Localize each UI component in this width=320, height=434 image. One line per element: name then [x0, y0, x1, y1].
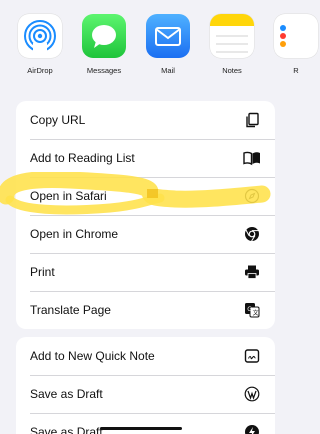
action-label: Add to Reading List: [30, 151, 135, 165]
action-group-secondary: Add to New Quick Note Save as Draft Save…: [16, 337, 275, 434]
action-label: Copy URL: [30, 113, 86, 127]
translate-icon: G 文: [243, 301, 261, 319]
app-label-reminders: R: [293, 66, 299, 75]
action-open-in-chrome[interactable]: Open in Chrome: [16, 215, 275, 253]
action-label: Save as Draft: [30, 425, 103, 434]
action-open-in-safari[interactable]: Open in Safari: [16, 177, 275, 215]
action-print[interactable]: Print: [16, 253, 275, 291]
reminders-icon: [274, 14, 318, 58]
app-label-airdrop: AirDrop: [27, 66, 53, 75]
action-add-to-new-quick-note[interactable]: Add to New Quick Note: [16, 337, 275, 375]
action-label: Add to New Quick Note: [30, 349, 155, 363]
app-label-notes: Notes: [222, 66, 242, 75]
action-label: Open in Chrome: [30, 227, 119, 241]
action-label: Save as Draft: [30, 387, 103, 401]
app-label-mail: Mail: [161, 66, 175, 75]
app-label-messages: Messages: [86, 66, 122, 75]
action-add-to-reading-list[interactable]: Add to Reading List: [16, 139, 275, 177]
messages-icon: [82, 14, 126, 58]
mail-icon: [146, 14, 190, 58]
airdrop-icon: [18, 14, 62, 58]
action-group-primary: Copy URL Add to Reading List Open in Saf…: [16, 101, 275, 329]
action-label: Translate Page: [30, 303, 111, 317]
app-mail[interactable]: Mail: [136, 14, 200, 75]
app-reminders[interactable]: R: [264, 14, 320, 75]
svg-text:文: 文: [253, 309, 259, 317]
app-notes[interactable]: Notes: [200, 14, 264, 75]
printer-icon: [243, 263, 261, 281]
share-app-row: AirDrop Messages Mail Notes R: [0, 0, 318, 96]
action-translate-page[interactable]: Translate Page G 文: [16, 291, 275, 329]
wordpress-icon: [243, 385, 261, 403]
reading-list-icon: [243, 149, 261, 167]
action-label: Print: [30, 265, 55, 279]
action-label: Open in Safari: [30, 189, 107, 203]
home-indicator: [100, 427, 182, 430]
quick-note-icon: [243, 347, 261, 365]
action-copy-url[interactable]: Copy URL: [16, 101, 275, 139]
action-save-as-draft-other[interactable]: Save as Draft: [16, 413, 275, 434]
svg-text:G: G: [247, 306, 252, 313]
draft-app-icon: [243, 423, 261, 434]
compass-icon: [243, 187, 261, 205]
app-airdrop[interactable]: AirDrop: [8, 14, 72, 75]
copy-icon: [243, 111, 261, 129]
action-save-as-draft-wordpress[interactable]: Save as Draft: [16, 375, 275, 413]
chrome-icon: [243, 225, 261, 243]
notes-icon: [210, 14, 254, 58]
app-messages[interactable]: Messages: [72, 14, 136, 75]
